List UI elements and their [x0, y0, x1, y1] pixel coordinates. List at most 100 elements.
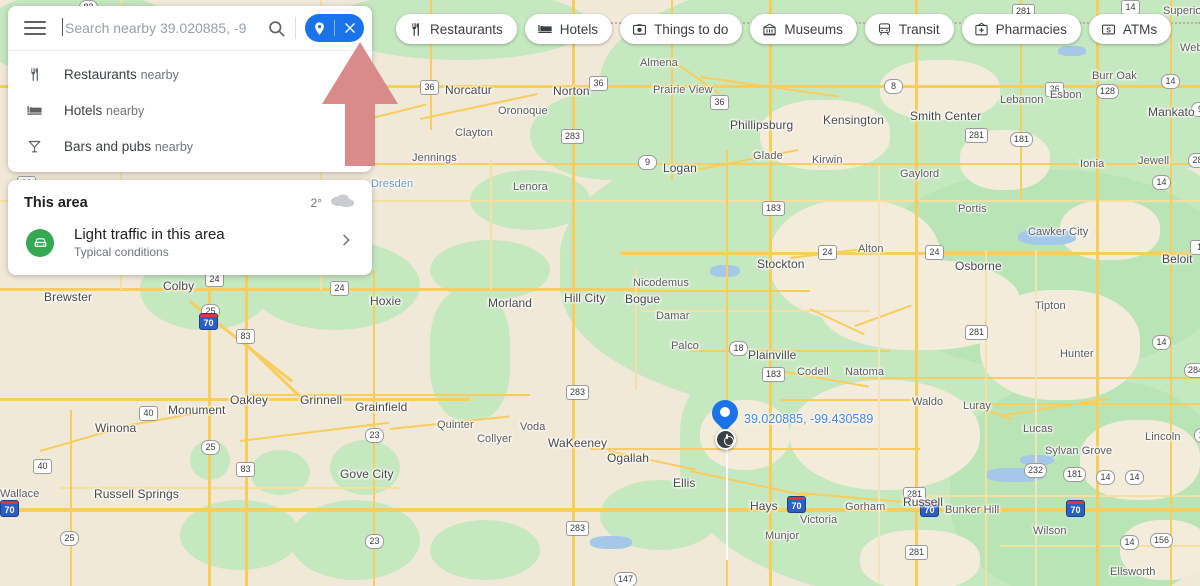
suggestion-restaurants[interactable]: Restaurants nearby	[8, 56, 372, 92]
map-label-city[interactable]: Webber	[1180, 42, 1200, 54]
close-x-icon[interactable]	[335, 14, 364, 42]
map-label-city[interactable]: Esbon	[1050, 89, 1082, 101]
map-label-city[interactable]: Waldo	[912, 396, 943, 408]
location-pin-icon[interactable]	[305, 14, 334, 42]
suggestion-label: Bars and pubs nearby	[64, 138, 194, 154]
map-label-city[interactable]: Norcatur	[445, 83, 492, 97]
chip-hotels[interactable]: Hotels	[524, 14, 613, 44]
map-label-city[interactable]: Morland	[488, 296, 532, 310]
map-label-city[interactable]: Beloit	[1162, 252, 1193, 266]
map-label-city[interactable]: Quinter	[437, 419, 474, 431]
map-label-city[interactable]: Voda	[520, 421, 545, 433]
map-label-city[interactable]: Burr Oak	[1092, 70, 1137, 82]
map-label-city[interactable]: Grinnell	[300, 393, 342, 407]
map-label-city[interactable]: Winona	[95, 421, 136, 435]
temperature-label: 2°	[310, 196, 322, 210]
chip-things-to-do[interactable]: Things to do	[620, 14, 743, 44]
search-panel: Restaurants nearby Hotels nearby Bars an…	[8, 6, 372, 172]
map-label-city[interactable]: Cawker City	[1028, 226, 1088, 238]
map-label-city[interactable]: Collyer	[477, 433, 512, 445]
map-label-city[interactable]: Portis	[958, 203, 987, 215]
map-label-city[interactable]: Palco	[671, 340, 699, 352]
map-label-city[interactable]: Norton	[553, 84, 590, 98]
map-label-city[interactable]: Smith Center	[910, 109, 981, 123]
map-label-city[interactable]: Oakley	[230, 393, 268, 407]
map-label-city[interactable]: WaKeeney	[548, 436, 607, 450]
map-label-city[interactable]: Kirwin	[812, 154, 843, 166]
map-label-city[interactable]: Ellsworth	[1110, 566, 1156, 578]
map-label-city[interactable]: Kensington	[823, 113, 884, 127]
map-label-city[interactable]: Brewster	[44, 290, 92, 304]
map-label-city[interactable]: Jennings	[412, 152, 457, 164]
map-label-city[interactable]: Grainfield	[355, 400, 407, 414]
map-label-city[interactable]: Luray	[963, 400, 991, 412]
map-label-city[interactable]: Wallace	[0, 488, 39, 500]
map-label-city[interactable]: Russell	[903, 495, 943, 509]
map-label-city[interactable]: Prairie View	[653, 84, 713, 96]
terrain-tan	[790, 380, 980, 490]
map-label-city[interactable]: Mankato	[1148, 105, 1195, 119]
map-label-city[interactable]: Lenora	[513, 181, 548, 193]
map-label-city[interactable]: Victoria	[800, 514, 837, 526]
map-label-city[interactable]: Damar	[656, 310, 690, 322]
traffic-row[interactable]: Light traffic in this area Typical condi…	[8, 220, 372, 275]
dropped-pin-target-icon[interactable]	[715, 429, 736, 450]
map-label-city[interactable]: Hunter	[1060, 348, 1094, 360]
map-label-city[interactable]: Wilson	[1033, 525, 1067, 537]
shield-us-281: 281	[965, 128, 989, 143]
map-label-city[interactable]: Sylvan Grove	[1045, 445, 1112, 457]
chevron-right-icon[interactable]	[338, 232, 358, 253]
map-label-city[interactable]: Logan	[663, 161, 697, 175]
road-ks18	[860, 377, 1200, 379]
map-label-city[interactable]: Tipton	[1035, 300, 1066, 312]
map-label-city[interactable]: Jewell	[1138, 155, 1169, 167]
shield-ks-28: 28	[1188, 153, 1200, 168]
chip-museums[interactable]: Museums	[750, 14, 857, 44]
map-label-city[interactable]: Hoxie	[370, 294, 401, 308]
chip-pharmacies[interactable]: Pharmacies	[961, 14, 1081, 44]
map-label-city[interactable]: Stockton	[757, 257, 805, 271]
map-label-city[interactable]: Lincoln	[1145, 431, 1181, 443]
search-icon[interactable]	[261, 13, 291, 43]
map-label-city[interactable]: Bunker Hill	[945, 504, 999, 516]
map-label-city[interactable]: Ellis	[673, 476, 696, 490]
map-label-city[interactable]: Alton	[858, 243, 884, 255]
map-label-city[interactable]: Gaylord	[900, 168, 939, 180]
map-label-city[interactable]: Munjor	[765, 530, 799, 542]
shield-us-36: 36	[589, 76, 608, 91]
map-label-city[interactable]: Lebanon	[1000, 94, 1044, 106]
map-label-city[interactable]: Gove City	[340, 467, 394, 481]
hamburger-menu-icon[interactable]	[22, 15, 48, 41]
map-label-city[interactable]: Osborne	[955, 259, 1002, 273]
map-label-city[interactable]: Hays	[750, 499, 778, 513]
suggestion-hotels[interactable]: Hotels nearby	[8, 92, 372, 128]
map-label-city[interactable]: Ogallah	[607, 451, 649, 465]
pharmacy-cross-icon	[974, 22, 989, 37]
map-label-city[interactable]: Dresden	[371, 178, 413, 190]
search-input[interactable]	[62, 20, 261, 36]
map-label-city[interactable]: Russell Springs	[94, 487, 179, 501]
map-label-city[interactable]: Lucas	[1023, 423, 1053, 435]
chip-atms[interactable]: S ATMs	[1088, 14, 1172, 44]
chip-restaurants[interactable]: Restaurants	[396, 14, 517, 44]
map-label-city[interactable]: Phillipsburg	[730, 118, 793, 132]
map-label-city[interactable]: Monument	[168, 403, 226, 417]
map-label-city[interactable]: Hill City	[564, 291, 606, 305]
map-label-city[interactable]: Nicodemus	[633, 277, 689, 289]
map-label-city[interactable]: Natoma	[845, 366, 884, 378]
chip-transit[interactable]: Transit	[864, 14, 954, 44]
road-ks25s	[70, 410, 72, 586]
map-label-city[interactable]: Glade	[753, 150, 783, 162]
suggestion-bars-and-pubs[interactable]: Bars and pubs nearby	[8, 128, 372, 164]
map-label-city[interactable]: Gorham	[845, 501, 885, 513]
map-label-city[interactable]: Plainville	[748, 348, 796, 362]
map-label-city[interactable]: Oronoque	[498, 105, 548, 117]
map-label-city[interactable]: Codell	[797, 366, 829, 378]
map-label-city[interactable]: Colby	[163, 279, 194, 293]
map-label-city[interactable]: Clayton	[455, 127, 493, 139]
map-label-city[interactable]: Almena	[640, 57, 678, 69]
map-label-city[interactable]: Bogue	[625, 292, 660, 306]
shield-ks-14: 14	[1125, 470, 1144, 485]
map-label-city[interactable]: Ionia	[1080, 158, 1104, 170]
shield-us-281: 281	[965, 325, 989, 340]
